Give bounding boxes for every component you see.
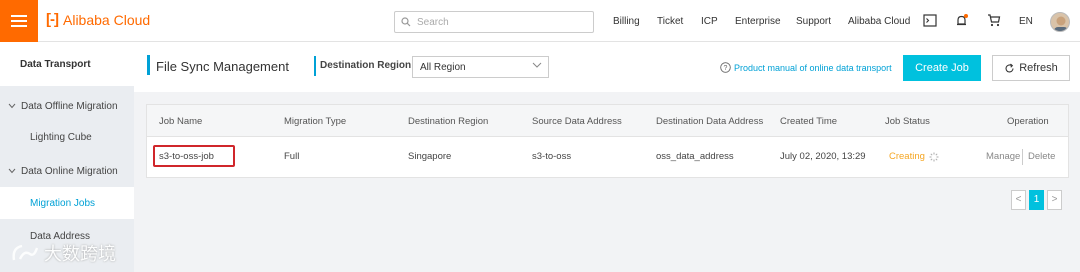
chevron-down-icon: [532, 62, 542, 68]
menu-icon[interactable]: [0, 0, 38, 42]
watermark: 大数跨境: [10, 240, 116, 266]
pagination-prev[interactable]: <: [1011, 190, 1026, 210]
region-label: Destination Region:: [314, 56, 414, 76]
sidebar-item-label: Data Online Migration: [21, 165, 118, 177]
delete-link[interactable]: Delete: [1028, 151, 1055, 162]
status-badge: Creating: [889, 151, 939, 162]
product-manual-link-label: Product manual of online data transport: [734, 62, 892, 73]
brand-logo[interactable]: [-] Alibaba Cloud: [46, 11, 150, 28]
avatar[interactable]: [1050, 12, 1070, 32]
column-header-operation: Operation: [1007, 116, 1049, 127]
table-row-job-name[interactable]: s3-to-oss-job: [159, 151, 214, 162]
table-row-destination-region: Singapore: [408, 151, 452, 162]
nav-support[interactable]: Support: [796, 16, 831, 27]
search-box[interactable]: [394, 11, 594, 33]
nav-alibaba-cloud[interactable]: Alibaba Cloud: [848, 16, 910, 27]
terminal-icon[interactable]: [923, 14, 937, 27]
loading-spinner-icon: [929, 152, 939, 161]
brand-name: Alibaba Cloud: [63, 11, 151, 28]
create-job-button[interactable]: Create Job: [903, 55, 981, 81]
watermark-logo-icon: [12, 244, 39, 261]
refresh-button[interactable]: Refresh: [992, 55, 1070, 81]
nav-billing[interactable]: Billing: [613, 16, 640, 27]
column-header-destination-region: Destination Region: [408, 116, 489, 127]
sidebar-item-label: Migration Jobs: [30, 198, 96, 209]
region-select[interactable]: All Region: [412, 56, 549, 78]
pagination-page[interactable]: 1: [1029, 190, 1044, 210]
status-label: Creating: [889, 151, 925, 162]
column-header-job-name: Job Name: [159, 116, 203, 127]
table-row-destination-address: oss_data_address: [656, 151, 734, 162]
page-header: File Sync Management Destination Region:…: [134, 42, 1080, 92]
alibaba-cloud-logo-icon: [-]: [46, 11, 59, 28]
column-header-created-time: Created Time: [780, 116, 838, 127]
refresh-icon: [1005, 63, 1014, 72]
language-switch[interactable]: EN: [1019, 16, 1033, 27]
nav-ticket[interactable]: Ticket: [657, 16, 683, 27]
chevron-down-icon: [8, 103, 16, 109]
top-bar: [-] Alibaba Cloud Billing Ticket ICP Ent…: [0, 0, 1080, 42]
jobs-table: Job Name Migration Type Destination Regi…: [146, 104, 1069, 178]
cart-icon[interactable]: [987, 14, 1001, 27]
region-select-value: All Region: [420, 62, 466, 73]
sidebar-item-label: Data Offline Migration: [21, 100, 118, 112]
svg-text:?: ?: [724, 65, 728, 72]
title-accent-bar: [147, 55, 150, 75]
table-row-created-time: July 02, 2020, 13:29: [780, 151, 866, 162]
column-header-job-status: Job Status: [885, 116, 930, 127]
column-header-migration-type: Migration Type: [284, 116, 347, 127]
main-content: File Sync Management Destination Region:…: [134, 42, 1080, 272]
nav-icp[interactable]: ICP: [701, 16, 718, 27]
watermark-text: 大数跨境: [44, 244, 116, 264]
page-title: File Sync Management: [156, 59, 289, 74]
refresh-button-label: Refresh: [1019, 62, 1058, 74]
operation-divider: [1022, 149, 1023, 165]
nav-enterprise[interactable]: Enterprise: [735, 16, 781, 27]
sidebar-item-label: Lighting Cube: [30, 132, 92, 143]
column-header-destination-data-address: Destination Data Address: [656, 116, 764, 127]
product-manual-link[interactable]: ? Product manual of online data transpor…: [720, 62, 892, 73]
sidebar-item-lighting-cube[interactable]: Lighting Cube: [0, 132, 134, 148]
bell-icon[interactable]: [955, 14, 969, 28]
table-row-migration-type: Full: [284, 151, 300, 162]
table-row-source-address: s3-to-oss: [532, 151, 572, 162]
help-icon: ?: [720, 62, 731, 73]
column-header-source-data-address: Source Data Address: [532, 116, 622, 127]
sidebar-title: Data Transport: [0, 42, 134, 86]
sidebar: Data Transport Data Offline Migration Li…: [0, 42, 134, 272]
sidebar-item-data-offline-migration[interactable]: Data Offline Migration: [0, 98, 134, 114]
search-input[interactable]: [417, 16, 577, 28]
chevron-down-icon: [8, 168, 16, 174]
search-icon: [401, 17, 411, 27]
pagination-next[interactable]: >: [1047, 190, 1062, 210]
manage-link[interactable]: Manage: [986, 151, 1020, 162]
sidebar-item-migration-jobs[interactable]: Migration Jobs: [0, 187, 134, 219]
user-avatar-icon: [1054, 16, 1068, 31]
sidebar-item-data-online-migration[interactable]: Data Online Migration: [0, 163, 134, 179]
